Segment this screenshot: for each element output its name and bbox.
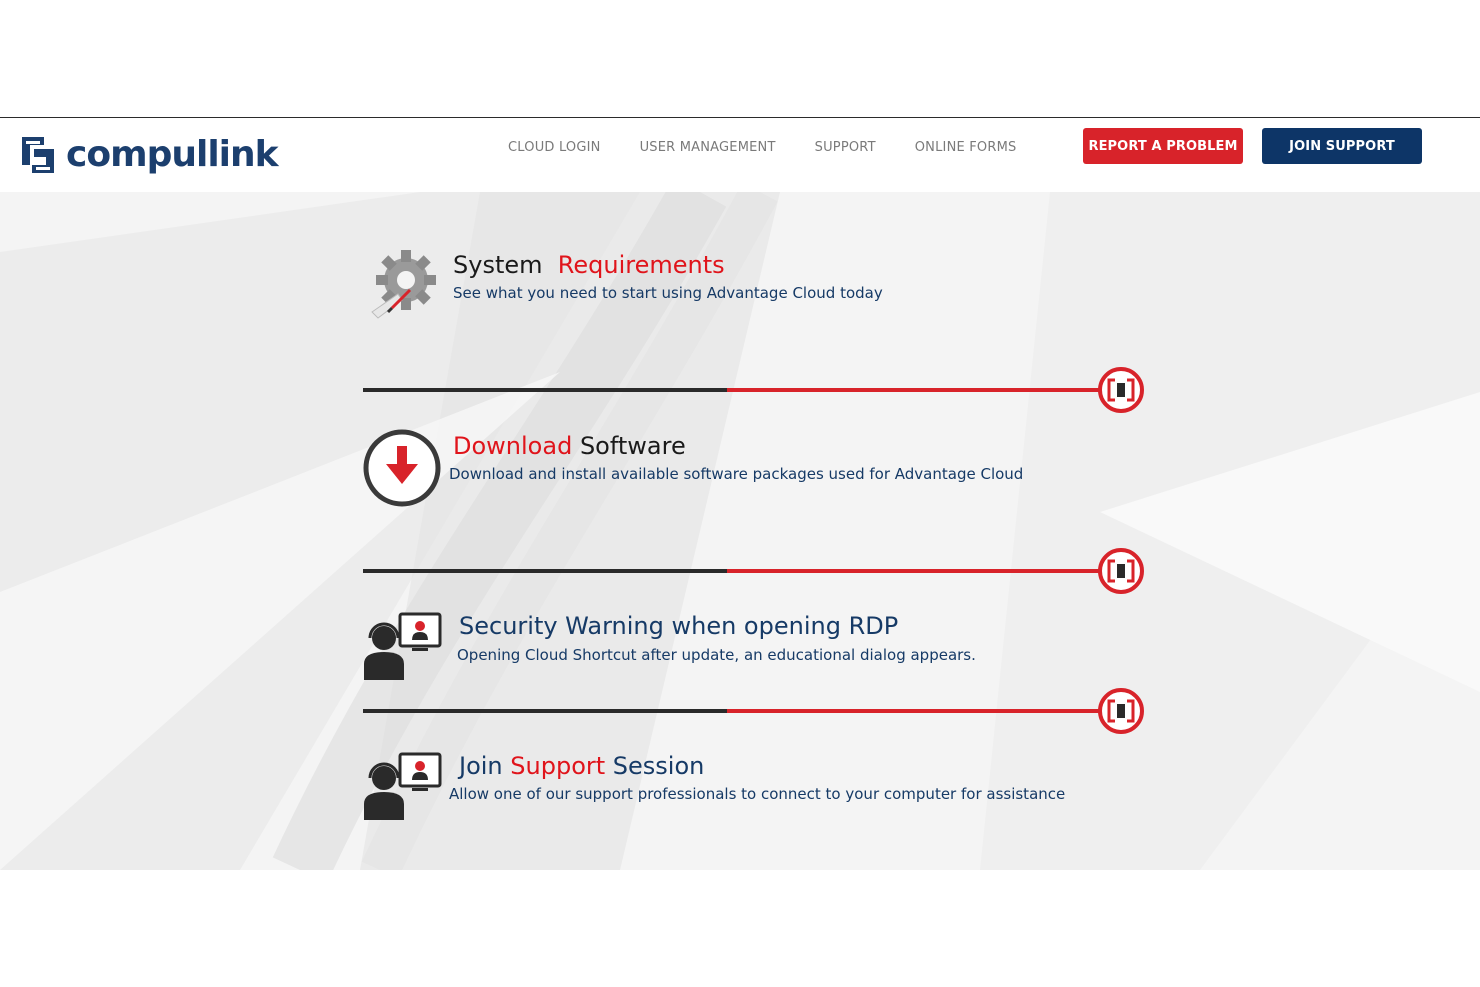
download-icon[interactable]	[362, 428, 442, 508]
compulink-logo[interactable]: compullink	[18, 132, 279, 178]
section-title: Join Support Session	[459, 752, 705, 780]
nav-online-forms[interactable]: ONLINE FORMS	[915, 140, 1017, 155]
section-title: Download Software	[453, 432, 686, 460]
section-divider	[363, 367, 1144, 413]
site-header: compullink CLOUD LOGIN USER MANAGEMENT S…	[0, 118, 1480, 192]
nav-cloud-login[interactable]: CLOUD LOGIN	[508, 140, 601, 155]
section-description: Allow one of our support professionals t…	[449, 785, 1066, 803]
compulink-logo-mark-icon	[22, 137, 54, 173]
logo-wordmark: compullink	[66, 134, 279, 175]
support-agent-icon	[364, 752, 442, 820]
section-title: System Requirements	[453, 251, 725, 279]
main-content: System Requirements See what you need to…	[0, 192, 1480, 870]
section-divider	[363, 548, 1144, 594]
section-title: Security Warning when opening RDP	[459, 612, 899, 640]
nav-support[interactable]: SUPPORT	[815, 140, 876, 155]
section-description: Download and install available software …	[449, 465, 1024, 483]
main-nav: CLOUD LOGIN USER MANAGEMENT SUPPORT ONLI…	[508, 118, 1016, 176]
nav-user-management[interactable]: USER MANAGEMENT	[640, 140, 776, 155]
section-divider	[363, 688, 1144, 734]
section-description: See what you need to start using Advanta…	[453, 284, 883, 302]
report-problem-button[interactable]: REPORT A PROBLEM	[1083, 128, 1243, 164]
gear-wrench-icon	[371, 250, 436, 319]
join-support-button[interactable]: JOIN SUPPORT	[1262, 128, 1422, 164]
section-description: Opening Cloud Shortcut after update, an …	[457, 646, 976, 664]
support-agent-icon	[364, 612, 442, 680]
